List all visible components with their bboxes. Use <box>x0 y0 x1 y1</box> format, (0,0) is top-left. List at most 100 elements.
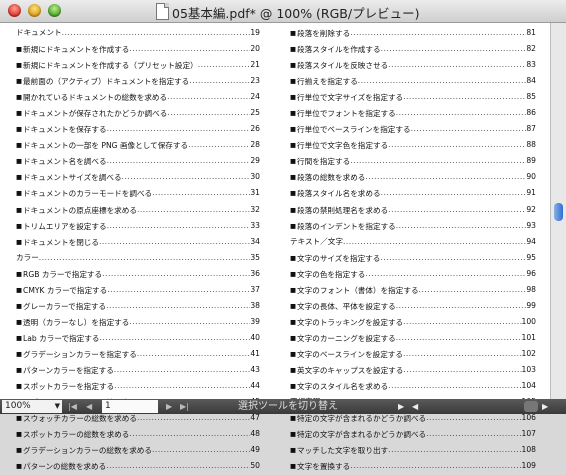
toc-section-heading[interactable]: ドキュメント 19 <box>16 25 260 41</box>
toc-entry-label: 行間を指定する <box>290 153 350 169</box>
document-page[interactable]: ドキュメント 19 新規にドキュメントを作成する 20 新規にドキュメントを作成する（プ… <box>0 23 550 471</box>
toc-entry[interactable]: 新規にドキュメントを作成する 20 <box>16 41 260 57</box>
toc-entry-page: 83 <box>526 60 536 70</box>
toc-entry[interactable]: Lab カラーで指定する 40 <box>16 330 260 346</box>
vertical-scroll-thumb[interactable] <box>554 203 563 221</box>
toc-leader-dots <box>137 202 250 218</box>
toc-entry-label: テキスト／文字 <box>290 236 343 246</box>
first-page-icon[interactable]: |◀ <box>68 401 77 412</box>
close-window-button[interactable] <box>8 4 21 17</box>
toc-entry-page: 44 <box>250 381 260 391</box>
toc-entry-page: 109 <box>521 461 537 471</box>
toc-entry[interactable]: ドキュメントを閉じる 34 <box>16 234 260 250</box>
toc-entry-page: 32 <box>250 204 260 214</box>
toc-entry[interactable]: マッチした文字を取り出す 108 <box>290 442 536 458</box>
toc-entry-label: 文字のベースラインを設定する <box>290 346 403 362</box>
toc-entry-page: 95 <box>526 252 536 262</box>
toc-entry[interactable]: 段落を削除する 81 <box>290 25 536 41</box>
toc-entry[interactable]: 文字のスタイル名を求める 104 <box>290 378 536 394</box>
toc-entry[interactable]: 行単位で文字サイズを指定する 85 <box>290 89 536 105</box>
toc-entry[interactable]: グレーカラーで指定する 38 <box>16 298 260 314</box>
toc-entry-label: 行単位でベースラインを指定する <box>290 121 411 137</box>
toc-leader-dots <box>39 250 251 266</box>
toc-entry[interactable]: ドキュメントが保存されたかどうか調べる 25 <box>16 105 260 121</box>
toc-entry-page: 37 <box>250 284 260 294</box>
toc-entry[interactable]: ドキュメント名を調べる 29 <box>16 153 260 169</box>
next-page-icon[interactable]: ▶ <box>166 401 172 412</box>
status-message: 選択ツールを切り替え <box>238 401 338 412</box>
toc-entry-label: 文字の色を指定する <box>290 266 365 282</box>
toc-entry[interactable]: ドキュメントの原点座標を求める 32 <box>16 202 260 218</box>
toc-entry-page: 25 <box>250 108 260 118</box>
toc-entry[interactable]: 行間を指定する 89 <box>290 153 536 169</box>
toc-entry[interactable]: グラデーションカラーを指定する 41 <box>16 346 260 362</box>
toc-entry[interactable]: ドキュメントのカラーモードを調べる 31 <box>16 185 260 201</box>
toc-entry[interactable]: グラデーションカラーの総数を求める 49 <box>16 442 260 458</box>
toc-entry[interactable]: 文字のサイズを指定する 95 <box>290 250 536 266</box>
toc-entry[interactable]: 最前面の（アクティブ）ドキュメントを指定する 23 <box>16 73 260 89</box>
horizontal-scroll-thumb[interactable] <box>524 401 538 412</box>
toc-entry-page: 96 <box>526 268 536 278</box>
page-number-field[interactable]: 1 <box>102 400 158 413</box>
toc-entry[interactable]: ドキュメントの一部を PNG 画像として保存する 28 <box>16 137 260 153</box>
zoom-select[interactable]: 100% ▼ <box>2 400 62 413</box>
toc-entry[interactable]: 行単位で文字色を指定する 88 <box>290 137 536 153</box>
toc-entry[interactable]: 文字の色を指定する 96 <box>290 266 536 282</box>
toc-entry[interactable]: 行揃えを指定する 84 <box>290 73 536 89</box>
toc-entry[interactable]: 段落スタイルを作成する 82 <box>290 41 536 57</box>
toc-entry[interactable]: 段落の総数を求める 90 <box>290 169 536 185</box>
toc-entry[interactable]: 文字のベースラインを設定する 102 <box>290 346 536 362</box>
toc-section-heading[interactable]: テキスト／文字 94 <box>290 234 536 250</box>
toc-entry[interactable]: 段落スタイルを反映させる 83 <box>290 57 536 73</box>
toc-entry[interactable]: RGB カラーで指定する 36 <box>16 266 260 282</box>
toc-entry[interactable]: 文字を置換する 109 <box>290 458 536 474</box>
toc-entry[interactable]: パターンの総数を求める 50 <box>16 458 260 474</box>
toc-entry[interactable]: 特定の文字が含まれるかどうか調べる 107 <box>290 426 536 442</box>
toc-entry[interactable]: ドキュメントサイズを調べる 30 <box>16 169 260 185</box>
toc-entry[interactable]: 段落の禁則処理名を求める 92 <box>290 202 536 218</box>
vertical-scrollbar[interactable] <box>550 23 566 399</box>
toc-entry-page: 81 <box>526 28 536 37</box>
horizontal-scrollbar[interactable]: ◀ ▶ <box>398 401 548 412</box>
toc-leader-dots <box>106 298 250 314</box>
toc-entry[interactable]: 行単位でベースラインを指定する 87 <box>290 121 536 137</box>
toc-entry-page: 82 <box>526 44 536 54</box>
toc-entry[interactable]: 文字のフォント（書体）を指定する 98 <box>290 282 536 298</box>
toc-entry[interactable]: 透明（カラーなし）を指定する 39 <box>16 314 260 330</box>
toc-leader-dots <box>343 234 526 250</box>
zoom-window-button[interactable] <box>48 4 61 17</box>
toc-entry[interactable]: 行単位でフォントを指定する 86 <box>290 105 536 121</box>
toc-leader-dots <box>129 41 250 57</box>
scroll-left-icon[interactable]: ◀ <box>412 401 418 412</box>
toc-leader-dots <box>188 137 250 153</box>
toc-entry[interactable]: スポットカラーの総数を求める 48 <box>16 426 260 442</box>
toc-entry[interactable]: 文字の長体、平体を設定する 99 <box>290 298 536 314</box>
toc-entry[interactable]: トリムエリアを設定する 33 <box>16 218 260 234</box>
prev-page-icon[interactable]: ◀ <box>86 401 92 412</box>
toc-entry-label: ドキュメントが保存されたかどうか調べる <box>16 105 167 121</box>
toc-entry-page: 29 <box>250 156 260 166</box>
toc-entry[interactable]: 開かれているドキュメントの総数を求める 24 <box>16 89 260 105</box>
toc-entry-label: 文字のサイズを指定する <box>290 250 380 266</box>
toc-entry[interactable]: 新規にドキュメントを作成する（プリセット設定） 21 <box>16 57 260 73</box>
toc-leader-dots <box>137 346 251 362</box>
toc-entry[interactable]: 文字のトラッキングを設定する 100 <box>290 314 536 330</box>
toc-entry[interactable]: 段落のインデントを指定する 93 <box>290 218 536 234</box>
toc-section-heading[interactable]: カラー 35 <box>16 250 260 266</box>
minimize-window-button[interactable] <box>28 4 41 17</box>
toc-entry-page: 108 <box>521 445 537 455</box>
scroll-right-icon[interactable]: ▶ <box>542 401 548 412</box>
toc-entry[interactable]: 英文字のキャップスを設定する 103 <box>290 362 536 378</box>
toc-entry[interactable]: ドキュメントを保存する 26 <box>16 121 260 137</box>
toc-leader-dots <box>350 25 526 41</box>
toc-entry[interactable]: スポットカラーを指定する 44 <box>16 378 260 394</box>
toc-entry[interactable]: 段落スタイル名を求める 91 <box>290 185 536 201</box>
last-page-icon[interactable]: ▶| <box>180 401 189 412</box>
toc-entry[interactable]: 文字のカーニングを設定する 101 <box>290 330 536 346</box>
toc-entry[interactable]: CMYK カラーで指定する 37 <box>16 282 260 298</box>
toc-entry-label: RGB カラーで指定する <box>16 266 102 282</box>
toc-entry[interactable]: パターンカラーを指定する 43 <box>16 362 260 378</box>
toc-entry-label: 段落を削除する <box>290 25 350 41</box>
toc-entry-page: 26 <box>250 124 260 134</box>
toc-entry-label: Lab カラーで指定する <box>16 330 99 346</box>
